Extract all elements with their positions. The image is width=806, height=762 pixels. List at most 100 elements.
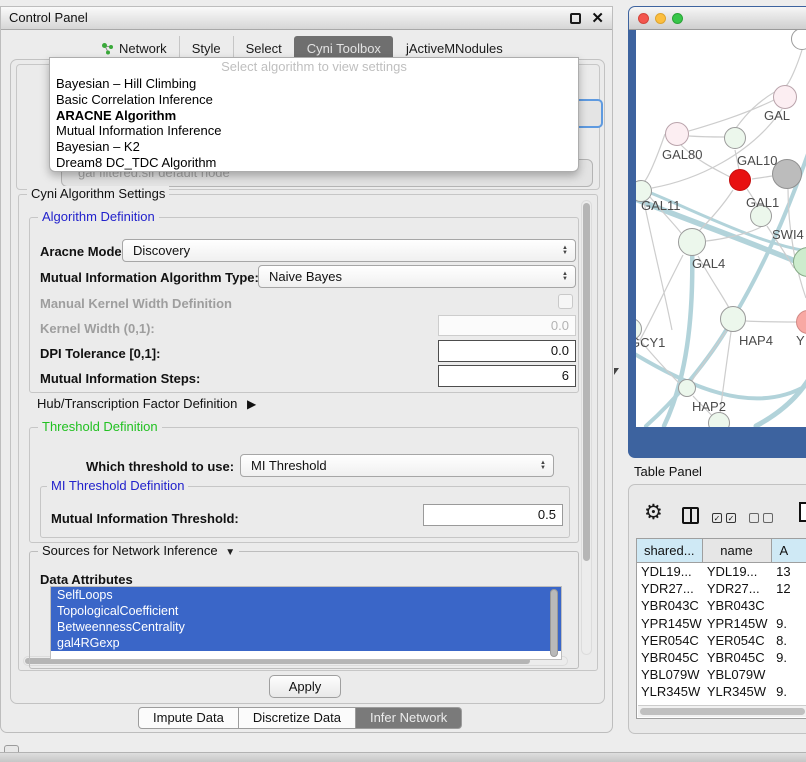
column-header-partial[interactable]: A bbox=[772, 539, 806, 562]
tab-cyni-toolbox-label: Cyni Toolbox bbox=[307, 41, 381, 56]
cyni-algorithm-settings-group: Cyni Algorithm Settings Algorithm Defini… bbox=[18, 194, 598, 671]
dpi-tolerance-input[interactable]: 0.0 bbox=[438, 340, 576, 362]
list-scrollbar[interactable] bbox=[549, 589, 559, 657]
checkbox-checked-icon: ✓ bbox=[726, 513, 736, 523]
network-node[interactable] bbox=[708, 412, 730, 427]
tab-select-label: Select bbox=[246, 41, 282, 56]
aracne-mode-value: Discovery bbox=[123, 243, 562, 258]
network-node-gal80[interactable] bbox=[665, 122, 689, 146]
node-label: HAP4 bbox=[739, 333, 773, 348]
data-attributes-label: Data Attributes bbox=[40, 572, 133, 587]
tab-style-label: Style bbox=[192, 41, 221, 56]
node-label: GAL bbox=[764, 108, 790, 123]
dropdown-item[interactable]: Mutual Information Inference bbox=[50, 123, 578, 139]
table-panel: ⚙ ✓ ✓ shared... name A YDL19...YDL19...1… bbox=[628, 484, 806, 734]
gear-icon[interactable]: ⚙ bbox=[644, 500, 663, 525]
network-node[interactable] bbox=[773, 85, 797, 109]
checkbox-unchecked-icon bbox=[749, 513, 759, 523]
dropdown-item[interactable]: Basic Correlation Inference bbox=[50, 92, 578, 108]
table-row[interactable]: YLR345WYLR345W9. bbox=[637, 683, 806, 700]
scrollbar-thumb[interactable] bbox=[550, 589, 558, 657]
scrollbar-thumb[interactable] bbox=[583, 203, 590, 561]
sources-title-row[interactable]: Sources for Network Inference ▼ bbox=[38, 543, 239, 558]
dropdown-item[interactable]: Bayesian – K2 bbox=[50, 139, 578, 155]
list-item[interactable]: SelfLoops bbox=[51, 587, 561, 603]
node-label: SWI4 bbox=[772, 227, 804, 242]
zoom-traffic-light[interactable] bbox=[672, 13, 683, 24]
mi-algorithm-type-combo[interactable]: Naive Bayes ▲▼ bbox=[258, 265, 576, 288]
table-row[interactable]: YPR145WYPR145W9. bbox=[637, 615, 806, 632]
document-icon[interactable] bbox=[799, 502, 806, 522]
minimize-traffic-light[interactable] bbox=[655, 13, 666, 24]
sources-title: Sources for Network Inference bbox=[42, 543, 218, 558]
threshold-definition-group: Threshold Definition Which threshold to … bbox=[29, 427, 579, 543]
settings-vertical-scrollbar[interactable] bbox=[581, 200, 592, 655]
checkbox-unchecked-icon bbox=[763, 513, 773, 523]
scrollbar-thumb[interactable] bbox=[640, 708, 805, 715]
tab-infer-network[interactable]: Infer Network bbox=[356, 707, 462, 729]
table-row[interactable]: YBR043CYBR043C bbox=[637, 597, 806, 614]
network-node-gal1-red[interactable] bbox=[729, 169, 751, 191]
table-panel-title: Table Panel bbox=[634, 464, 702, 479]
tab-discretize-data[interactable]: Discretize Data bbox=[239, 707, 356, 729]
tab-impute-data[interactable]: Impute Data bbox=[138, 707, 239, 729]
aracne-mode-combo[interactable]: Discovery ▲▼ bbox=[122, 239, 576, 262]
mi-steps-input[interactable]: 6 bbox=[438, 365, 576, 387]
expand-right-icon[interactable]: ▶ bbox=[247, 397, 256, 411]
table-row[interactable]: YDL19...YDL19...13 bbox=[637, 563, 806, 580]
bottom-status-bar bbox=[0, 752, 806, 762]
hub-transcription-factor-row[interactable]: Hub/Transcription Factor Definition ▶ bbox=[37, 396, 256, 411]
list-item[interactable]: gal4RGexp bbox=[51, 635, 561, 651]
mi-threshold-input[interactable]: 0.5 bbox=[423, 504, 563, 526]
mi-threshold-label: Mutual Information Threshold: bbox=[51, 511, 239, 526]
column-header-shared-name[interactable]: shared... bbox=[637, 539, 703, 562]
node-label: GAL80 bbox=[662, 147, 702, 162]
network-node-hap2[interactable] bbox=[678, 379, 696, 397]
network-node-gal10[interactable] bbox=[724, 127, 746, 149]
node-label: GAL1 bbox=[746, 195, 779, 210]
hub-transcription-factor-label: Hub/Transcription Factor Definition bbox=[37, 396, 237, 411]
close-icon[interactable]: ✕ bbox=[591, 9, 604, 27]
dropdown-item[interactable]: Dream8 DC_TDC Algorithm bbox=[50, 155, 578, 171]
table-row[interactable]: YER054CYER054C8. bbox=[637, 632, 806, 649]
manual-kernel-width-checkbox[interactable] bbox=[558, 294, 573, 309]
mi-threshold-definition-group: MI Threshold Definition Mutual Informati… bbox=[40, 486, 570, 538]
which-threshold-combo[interactable]: MI Threshold ▲▼ bbox=[240, 454, 554, 477]
algorithm-definition-title: Algorithm Definition bbox=[38, 209, 159, 224]
collapse-down-icon[interactable]: ▼ bbox=[225, 547, 235, 558]
column-header-name[interactable]: name bbox=[703, 539, 772, 562]
split-columns-icon[interactable] bbox=[682, 507, 699, 524]
list-item[interactable]: TopologicalCoefficient bbox=[51, 603, 561, 619]
table-row[interactable]: YBR045CYBR045C9. bbox=[637, 649, 806, 666]
unchecked-columns-icon[interactable] bbox=[749, 513, 773, 523]
float-window-icon[interactable] bbox=[570, 13, 581, 24]
network-view-window: GAL GAL80 GAL10 GAL1 GAL11 SWI4 GAL4 GCY… bbox=[628, 6, 806, 458]
close-traffic-light[interactable] bbox=[638, 13, 649, 24]
mouse-cursor bbox=[614, 368, 619, 375]
spinner-icon: ▲▼ bbox=[562, 246, 568, 256]
network-node-gal4[interactable] bbox=[678, 228, 706, 256]
mi-algorithm-type-label: Mutual Information Algorithm Type: bbox=[40, 270, 259, 285]
node-label: GAL11 bbox=[641, 198, 681, 213]
cyni-algorithm-settings-title: Cyni Algorithm Settings bbox=[27, 186, 169, 201]
which-threshold-value: MI Threshold bbox=[241, 458, 540, 473]
table-row[interactable]: YDR27...YDR27...12 bbox=[637, 580, 806, 597]
algorithm-dropdown-popup: Select algorithm to view settings Bayesi… bbox=[49, 57, 579, 172]
network-node-hap4[interactable] bbox=[720, 306, 746, 332]
node-label: GAL4 bbox=[692, 256, 725, 271]
checked-columns-icon[interactable]: ✓ ✓ bbox=[712, 513, 736, 523]
list-item[interactable]: BetweennessCentrality bbox=[51, 619, 561, 635]
table-row[interactable]: YBL079WYBL079W bbox=[637, 666, 806, 683]
dropdown-item[interactable]: Bayesian – Hill Climbing bbox=[50, 76, 578, 92]
network-canvas[interactable]: GAL GAL80 GAL10 GAL1 GAL11 SWI4 GAL4 GCY… bbox=[636, 30, 806, 427]
table-horizontal-scrollbar[interactable] bbox=[638, 705, 806, 717]
apply-button[interactable]: Apply bbox=[269, 675, 341, 698]
node-label: Y bbox=[796, 333, 805, 348]
which-threshold-label: Which threshold to use: bbox=[86, 459, 234, 474]
screen: Control Panel ✕ Network Style Select Cyn… bbox=[0, 0, 806, 762]
dropdown-item-highlighted[interactable]: ARACNE Algorithm bbox=[50, 108, 578, 124]
kernel-width-input[interactable]: 0.0 bbox=[438, 315, 576, 336]
tab-network-label: Network bbox=[119, 41, 167, 56]
node-label: HAP2 bbox=[692, 399, 726, 414]
node-label: GCY1 bbox=[636, 335, 665, 350]
